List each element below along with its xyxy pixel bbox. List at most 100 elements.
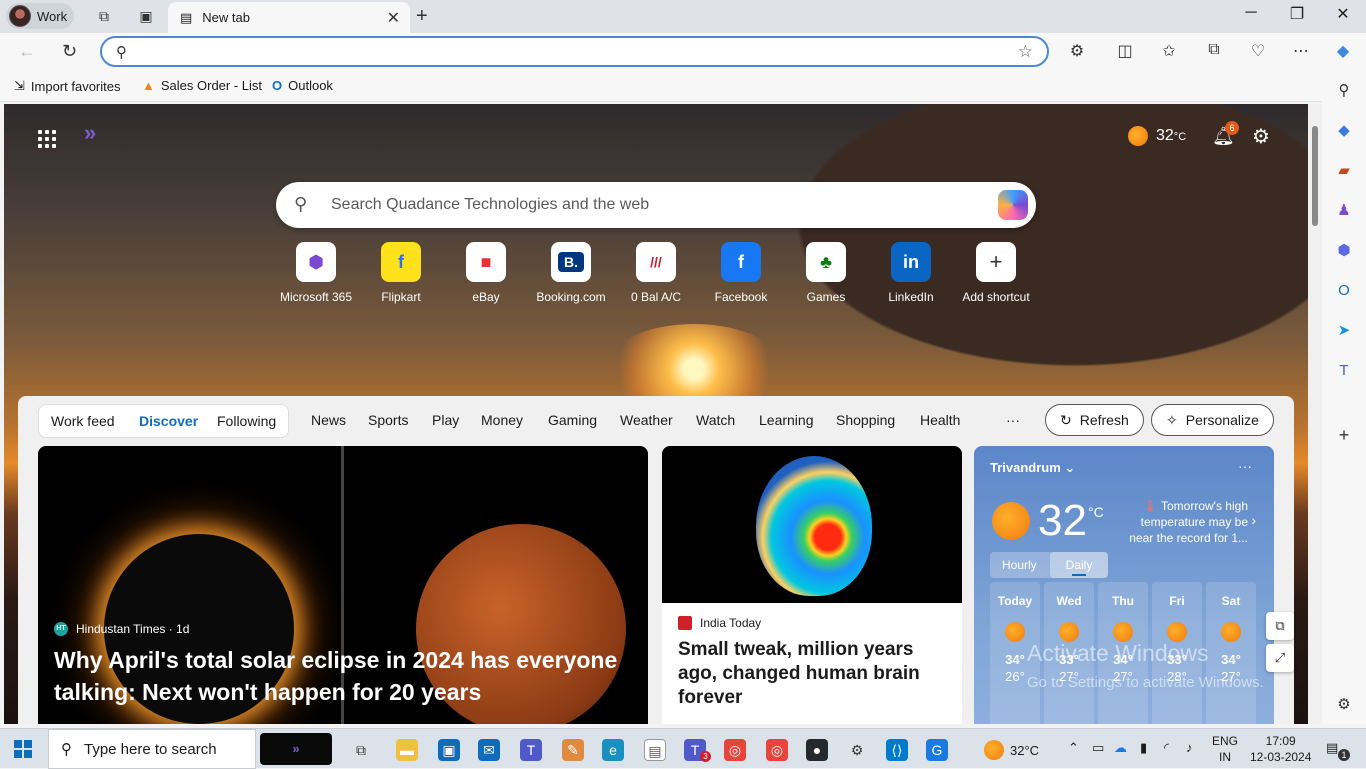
teams-icon[interactable]: T — [1335, 362, 1353, 380]
personalize-button[interactable]: ✧ Personalize — [1151, 404, 1274, 436]
extensions-icon[interactable]: ⚙ — [1066, 41, 1088, 61]
forecast-day[interactable]: Sat 34° 27° — [1206, 582, 1256, 724]
notepad-icon[interactable]: ▤ — [644, 739, 666, 761]
copilot-icon[interactable] — [998, 190, 1028, 220]
games-icon[interactable]: ♟ — [1335, 202, 1353, 220]
chrome-icon[interactable]: ◎ — [724, 739, 746, 761]
microsoft-365-icon[interactable]: ⬢ — [1335, 242, 1353, 260]
teams-new-icon[interactable]: T — [520, 739, 542, 761]
tab-shopping[interactable]: Shopping — [836, 412, 895, 428]
tab-sports[interactable]: Sports — [368, 412, 408, 428]
vscode-icon[interactable]: ⟨⟩ — [886, 739, 908, 761]
tab-money[interactable]: Money — [481, 412, 523, 428]
settings-gear-icon[interactable]: ⚙ — [1252, 124, 1270, 149]
close-window-button[interactable]: ✕ — [1320, 4, 1366, 24]
wifi-icon[interactable]: ◜ — [1164, 740, 1169, 756]
back-button[interactable]: ← — [18, 41, 36, 62]
pill-work-feed[interactable]: Work feed — [51, 413, 115, 429]
hourly-tab[interactable]: Hourly — [1002, 558, 1037, 572]
favorite-star-icon[interactable]: ☆ — [1018, 42, 1033, 62]
favorites-icon[interactable]: ✩ — [1158, 41, 1180, 61]
more-options-icon[interactable]: ··· — [1238, 458, 1252, 474]
shopping-tag-icon[interactable]: ◆ — [1335, 122, 1353, 140]
send-icon[interactable]: ➤ — [1335, 322, 1353, 340]
article-title[interactable]: Why April's total solar eclipse in 2024 … — [54, 644, 634, 708]
copilot-taskbar-icon[interactable]: » — [260, 733, 332, 765]
shortcut-booking[interactable]: B. Booking.com — [529, 242, 613, 304]
refresh-feed-button[interactable]: ↻ Refresh — [1045, 404, 1144, 436]
article-title[interactable]: Small tweak, million years ago, changed … — [678, 638, 948, 710]
expand-icon[interactable]: ⤢ — [1266, 644, 1294, 672]
shortcut-games[interactable]: ♣ Games — [784, 242, 868, 304]
network-app-icon[interactable]: G — [926, 739, 948, 761]
edge-icon[interactable]: e — [602, 739, 624, 761]
tools-icon[interactable]: ▰ — [1335, 162, 1353, 180]
chrome-profile-icon[interactable]: ◎ — [766, 739, 788, 761]
weather-location[interactable]: Trivandrum ⌄ — [990, 460, 1075, 476]
browser-essentials-icon[interactable]: ♡ — [1247, 41, 1269, 61]
profile-button[interactable]: Work — [6, 3, 74, 29]
windows-start-icon[interactable] — [14, 740, 32, 758]
weather-widget[interactable]: 32°C — [1128, 126, 1186, 146]
settings-icon[interactable]: ⚙ — [846, 739, 868, 761]
clock[interactable]: 17:09 12-03-2024 — [1250, 733, 1311, 765]
shortcut-ebay[interactable]: ■ eBay — [444, 242, 528, 304]
shortcut-facebook[interactable]: f Facebook — [699, 242, 783, 304]
add-app-icon[interactable]: + — [1335, 426, 1353, 444]
search-icon[interactable]: ⚲ — [1335, 82, 1353, 100]
address-bar[interactable]: ⚲ ☆ — [100, 36, 1049, 67]
shortcut-microsoft-365[interactable]: ⬢ Microsoft 365 — [274, 242, 358, 304]
language-indicator[interactable]: ENG IN — [1212, 733, 1238, 765]
tab-learning[interactable]: Learning — [759, 412, 814, 428]
tab-new-tab[interactable]: ▤ New tab ✕ — [168, 2, 410, 33]
notification-center-icon[interactable]: ▤ — [1326, 740, 1338, 756]
shortcut-flipkart[interactable]: f Flipkart — [359, 242, 443, 304]
article-card[interactable]: India Today Small tweak, million years a… — [662, 446, 962, 724]
shortcut-0-bal[interactable]: /// 0 Bal A/C — [614, 242, 698, 304]
hero-article-card[interactable]: HT Hindustan Times · 1d Why April's tota… — [38, 446, 648, 724]
tab-news[interactable]: News — [311, 412, 346, 428]
refresh-button[interactable]: ↻ — [62, 41, 77, 62]
shortcut-add[interactable]: + Add shortcut — [954, 242, 1038, 304]
battery-icon[interactable]: ▮ — [1140, 740, 1147, 756]
split-screen-icon[interactable]: ◫ — [1114, 41, 1136, 61]
mail-icon[interactable]: ✉ — [478, 739, 500, 761]
pill-following[interactable]: Following — [217, 413, 276, 429]
volume-icon[interactable]: ♪ — [1186, 740, 1193, 755]
taskbar-search[interactable]: ⚲ Type here to search — [48, 729, 256, 769]
restore-button[interactable]: ❐ — [1274, 4, 1320, 24]
tab-health[interactable]: Health — [920, 412, 960, 428]
taskbar-weather[interactable]: 32°C — [984, 740, 1039, 760]
pill-discover[interactable]: Discover — [139, 413, 198, 429]
tab-weather[interactable]: Weather — [620, 412, 673, 428]
fav-import-favorites[interactable]: ⇲ Import favorites — [14, 78, 121, 94]
page-scrollbar[interactable] — [1308, 104, 1322, 724]
fav-outlook[interactable]: O Outlook — [272, 78, 333, 93]
daily-tab[interactable]: Daily — [1050, 552, 1108, 578]
tab-watch[interactable]: Watch — [696, 412, 735, 428]
more-tabs-button[interactable]: ··· — [1006, 412, 1020, 428]
paint-icon[interactable]: ✎ — [562, 739, 584, 761]
tab-gaming[interactable]: Gaming — [548, 412, 597, 428]
chevron-right-icon[interactable]: › — [1251, 512, 1256, 528]
tab-play[interactable]: Play — [432, 412, 459, 428]
more-menu-icon[interactable]: ⋯ — [1290, 41, 1312, 61]
show-hidden-icons-icon[interactable]: ⌃ — [1068, 740, 1079, 756]
collections-icon[interactable]: ⧉ — [1203, 41, 1225, 59]
tab-actions-icon[interactable]: ▣ — [136, 6, 156, 26]
feedback-icon[interactable]: ⧉ — [1266, 612, 1294, 640]
file-explorer-icon[interactable]: ▬ — [396, 739, 418, 761]
onedrive-icon[interactable]: ☁ — [1114, 740, 1127, 756]
sidebar-settings-icon[interactable]: ⚙ — [1335, 696, 1353, 714]
scrollbar-thumb[interactable] — [1312, 126, 1318, 226]
shortcut-linkedin[interactable]: in LinkedIn — [869, 242, 953, 304]
org-logo-icon[interactable]: » — [84, 120, 96, 146]
device-icon[interactable]: ▭ — [1092, 740, 1104, 756]
copilot-icon[interactable]: ◆ — [1332, 41, 1354, 61]
web-search-box[interactable]: ⚲ Search Quadance Technologies and the w… — [276, 182, 1036, 228]
workspaces-icon[interactable]: ⧉ — [94, 6, 114, 26]
app-launcher-icon[interactable] — [38, 130, 56, 148]
close-tab-icon[interactable]: ✕ — [387, 8, 400, 28]
store-icon[interactable]: ▣ — [438, 739, 460, 761]
fav-sales-order[interactable]: ▲ Sales Order - List — [142, 78, 262, 93]
